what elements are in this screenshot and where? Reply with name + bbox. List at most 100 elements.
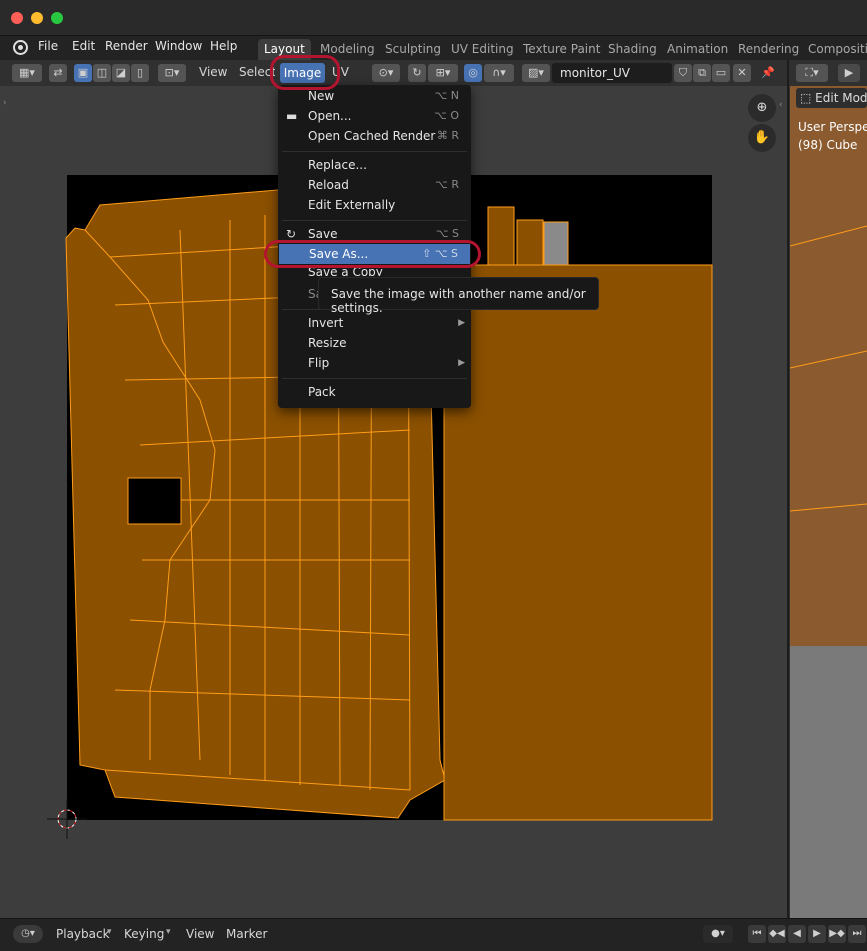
menu-item-save-label: Save: [308, 227, 338, 241]
submenu-arrow-icon: ▶: [458, 318, 465, 328]
menu-item-pack[interactable]: Pack: [278, 382, 471, 402]
edit-mode-icon: ⬚: [800, 91, 816, 105]
menu-file[interactable]: File: [38, 39, 58, 53]
menu-item-replace-label: Replace...: [308, 158, 367, 172]
mode-label: Edit Mode: [815, 91, 867, 105]
timeline-editor-type-icon[interactable]: ◷▾: [13, 925, 43, 943]
menu-separator: [282, 220, 467, 221]
menu-separator: [282, 151, 467, 152]
viewport-3d[interactable]: [789, 86, 867, 918]
zoom-icon[interactable]: ⊕: [748, 94, 776, 122]
tab-uv-editing[interactable]: UV Editing: [445, 39, 520, 60]
prev-keyframe-icon[interactable]: ◆◀: [768, 925, 786, 943]
minimize-window-button[interactable]: [31, 12, 43, 24]
menu-window[interactable]: Window: [155, 39, 202, 53]
menu-item-open-label: Open...: [308, 109, 352, 123]
menu-item-invert[interactable]: Invert ▶: [278, 313, 471, 333]
menu-help[interactable]: Help: [210, 39, 237, 53]
next-keyframe-icon[interactable]: ▶◆: [828, 925, 846, 943]
new-image-icon[interactable]: ⧉: [693, 64, 711, 82]
play-reverse-icon[interactable]: ◀: [788, 925, 806, 943]
tab-sculpting[interactable]: Sculpting: [379, 39, 447, 60]
pan-hand-icon[interactable]: ✋: [748, 124, 776, 152]
jump-start-icon[interactable]: ⏮: [748, 925, 766, 943]
menu-item-resize[interactable]: Resize: [278, 333, 471, 353]
tab-shading[interactable]: Shading: [602, 39, 663, 60]
viewport-editor-type-icon[interactable]: ⛶▾: [796, 64, 828, 82]
menu-item-new-label: New: [308, 89, 335, 103]
open-image-icon[interactable]: ▭: [712, 64, 730, 82]
sync-selection-icon[interactable]: ⇄: [49, 64, 67, 82]
proportional-edit-icon[interactable]: ◎: [464, 64, 482, 82]
image-name-field[interactable]: monitor_UV: [552, 63, 672, 83]
menu-view[interactable]: View: [199, 65, 227, 79]
shortcut-open: ⌥ O: [434, 109, 459, 122]
shortcut-reload: ⌥ R: [435, 178, 459, 191]
annotation-circle-image-menu: [270, 55, 340, 90]
sticky-select-icon[interactable]: ⊡▾: [158, 64, 186, 82]
view-name-label: User Perspective: [798, 120, 867, 134]
sidebar-expand-icon[interactable]: ‹: [779, 100, 783, 110]
falloff-icon[interactable]: ∩▾: [484, 64, 514, 82]
uv-island-small-3: [543, 221, 569, 266]
menu-item-resize-label: Resize: [308, 336, 347, 350]
close-window-button[interactable]: [11, 12, 23, 24]
menu-item-open-cached-render[interactable]: Open Cached Render ⌘ R: [278, 126, 471, 146]
window-titlebar: [0, 0, 867, 36]
pivot-point-icon[interactable]: ⊙▾: [372, 64, 400, 82]
vertex-select-icon[interactable]: ▣: [74, 64, 92, 82]
island-select-icon[interactable]: ▯: [131, 64, 149, 82]
uv-island-right: [443, 264, 713, 821]
edge-select-icon[interactable]: ◫: [93, 64, 111, 82]
editor-type-icon[interactable]: ▦▾: [12, 64, 42, 82]
maximize-window-button[interactable]: [51, 12, 63, 24]
uv-island-small-1: [487, 206, 515, 266]
menu-item-pack-label: Pack: [308, 385, 336, 399]
shortcut-open-cached: ⌘ R: [436, 129, 459, 142]
menu-item-flip[interactable]: Flip ▶: [278, 353, 471, 373]
record-icon[interactable]: ●▾: [703, 925, 733, 943]
shortcut-new: ⌥ N: [434, 89, 459, 102]
menu-item-flip-label: Flip: [308, 356, 330, 370]
keying-chevron-icon: ▾: [166, 927, 171, 937]
menu-marker[interactable]: Marker: [226, 927, 267, 941]
menu-keying[interactable]: Keying: [124, 927, 164, 941]
unlink-image-icon[interactable]: ✕: [733, 64, 751, 82]
menu-item-invert-label: Invert: [308, 316, 344, 330]
menu-timeline-view[interactable]: View: [186, 927, 214, 941]
tab-rendering[interactable]: Rendering: [732, 39, 805, 60]
tab-texture-paint[interactable]: Texture Paint: [517, 39, 606, 60]
menu-item-save-all[interactable]: Save All Images: [278, 284, 320, 304]
playback-chevron-icon: ▾: [107, 927, 112, 937]
menu-item-open-cached-label: Open Cached Render: [308, 129, 436, 143]
submenu-arrow-icon: ▶: [458, 358, 465, 368]
menu-item-reload[interactable]: Reload ⌥ R: [278, 175, 471, 195]
blender-logo-icon[interactable]: [13, 40, 28, 55]
face-select-icon[interactable]: ◪: [112, 64, 130, 82]
toolbar-expand-icon[interactable]: ›: [3, 98, 7, 108]
tab-animation[interactable]: Animation: [661, 39, 734, 60]
play-icon[interactable]: ▶: [808, 925, 826, 943]
menu-item-edit-externally-label: Edit Externally: [308, 198, 396, 212]
menu-edit[interactable]: Edit: [72, 39, 95, 53]
image-browse-icon[interactable]: ▨▾: [522, 64, 550, 82]
menu-render[interactable]: Render: [105, 39, 148, 53]
menu-item-open[interactable]: ▬ Open... ⌥ O: [278, 106, 471, 126]
snap-icon[interactable]: ↻: [408, 64, 426, 82]
annotation-circle-save-as: [264, 240, 481, 268]
folder-icon: ▬: [286, 109, 298, 123]
pin-icon[interactable]: 📌: [759, 64, 777, 82]
mode-dropdown[interactable]: ⬚ Edit Mode: [796, 88, 867, 108]
select-tool-icon[interactable]: ▶: [838, 64, 860, 82]
menu-item-edit-externally[interactable]: Edit Externally: [278, 195, 471, 215]
tooltip: Save the image with another name and/or …: [318, 277, 599, 315]
uv-hole: [127, 477, 182, 525]
fake-user-icon[interactable]: ⛉: [674, 64, 692, 82]
menu-separator: [282, 378, 467, 379]
snap-target-icon[interactable]: ⊞▾: [428, 64, 458, 82]
menu-item-replace[interactable]: Replace...: [278, 155, 471, 175]
jump-end-icon[interactable]: ⏭: [848, 925, 866, 943]
tab-compositing[interactable]: Compositing: [802, 39, 867, 60]
menu-playback[interactable]: Playback: [56, 927, 110, 941]
menu-item-reload-label: Reload: [308, 178, 349, 192]
